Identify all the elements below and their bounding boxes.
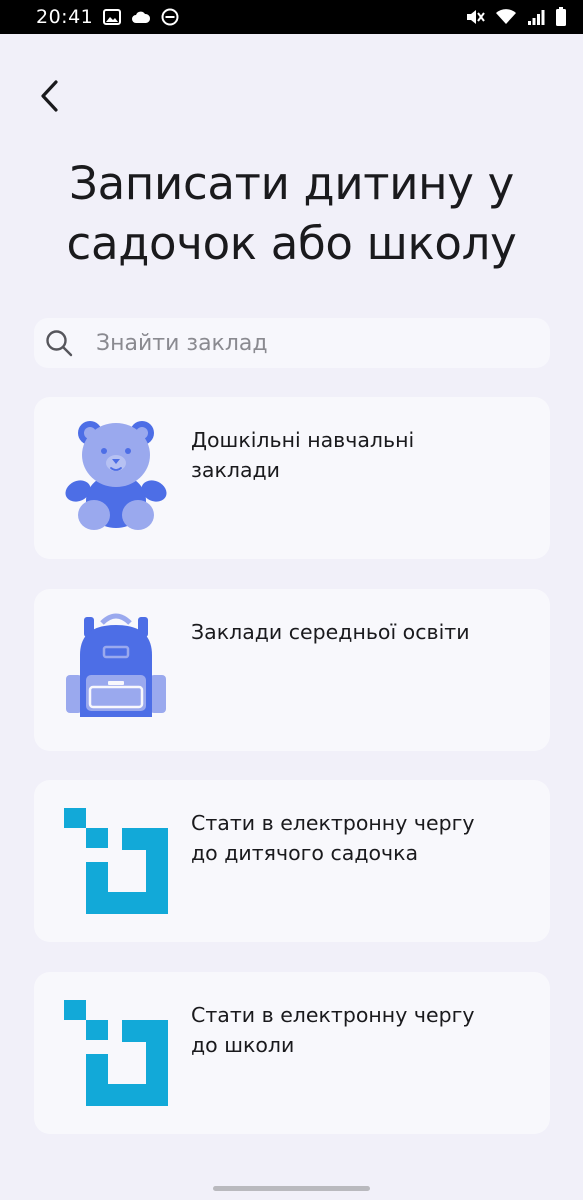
queue-logo-icon <box>64 994 168 1106</box>
wifi-icon <box>495 8 517 26</box>
page-title: Записати дитину у садочок або школу <box>66 157 517 270</box>
status-left: 20:41 <box>36 6 179 28</box>
status-bar: 20:41 <box>0 0 583 34</box>
chevron-left-icon <box>39 79 61 118</box>
category-label: Дошкільні навчальні заклади <box>191 428 415 482</box>
home-indicator[interactable] <box>213 1186 370 1191</box>
category-card-secondary-school[interactable]: Заклади середньої освіти <box>34 589 550 751</box>
cloud-icon <box>131 10 151 24</box>
category-label: Стати в електронну чергу до дитячого сад… <box>191 811 475 865</box>
search-input[interactable] <box>96 330 516 356</box>
category-label: Стати в електронну чергу до школи <box>191 1003 475 1057</box>
do-not-disturb-icon <box>161 8 179 26</box>
mute-icon <box>465 8 485 26</box>
status-right <box>465 7 567 27</box>
backpack-icon <box>64 611 168 723</box>
status-time: 20:41 <box>36 6 94 28</box>
search-icon <box>44 328 74 358</box>
category-card-school-queue[interactable]: Стати в електронну чергу до школи <box>34 972 550 1134</box>
battery-icon <box>555 7 567 27</box>
category-card-preschool[interactable]: Дошкільні навчальні заклади <box>34 397 550 559</box>
teddy-bear-icon <box>64 419 168 531</box>
signal-icon <box>527 8 545 26</box>
queue-logo-icon <box>64 802 168 914</box>
category-card-kindergarten-queue[interactable]: Стати в електронну чергу до дитячого сад… <box>34 780 550 942</box>
back-button[interactable] <box>28 76 72 120</box>
search-box[interactable] <box>34 318 550 368</box>
gallery-icon <box>103 9 122 25</box>
category-label: Заклади середньої освіти <box>191 620 470 644</box>
